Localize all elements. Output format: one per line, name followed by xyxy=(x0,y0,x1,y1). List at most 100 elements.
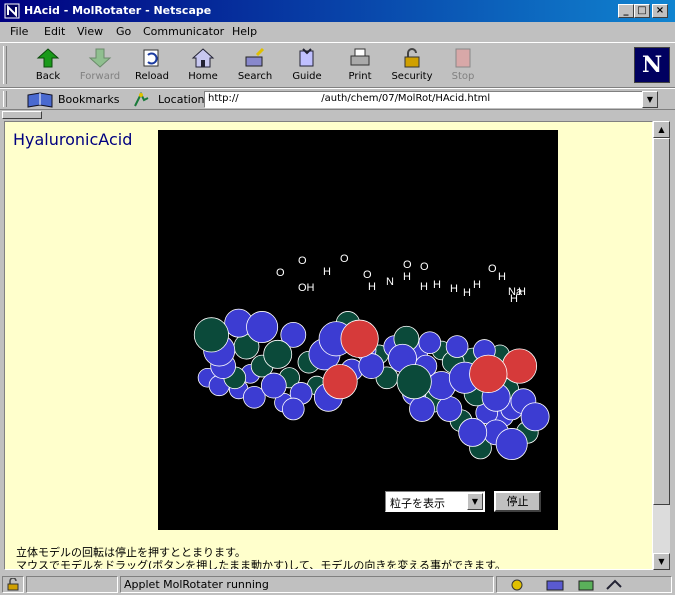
atom-label: H xyxy=(498,271,506,283)
status-text: Applet MolRotater running xyxy=(124,578,269,591)
reload-button[interactable]: Reload xyxy=(126,47,178,87)
menu-help[interactable]: Help xyxy=(232,25,257,38)
forward-arrow-icon xyxy=(88,48,112,68)
atom-label: H xyxy=(368,281,376,293)
toolbar-grip[interactable] xyxy=(3,46,7,84)
atom-label: O xyxy=(403,259,412,271)
lock-icon xyxy=(404,48,420,68)
atom-label: O xyxy=(340,253,349,265)
collapsed-toolbar-strip xyxy=(0,110,675,120)
print-button[interactable]: Print xyxy=(334,47,386,87)
close-button[interactable]: × xyxy=(652,4,668,18)
atom-label: H xyxy=(518,286,526,298)
location-grip[interactable] xyxy=(3,91,7,107)
atom-sphere xyxy=(193,317,229,353)
menu-communicator[interactable]: Communicator xyxy=(143,25,224,38)
atom-sphere xyxy=(436,396,463,422)
atom-label: N xyxy=(386,276,394,288)
atom-sphere xyxy=(520,402,550,432)
bookmarks-button[interactable]: Bookmarks xyxy=(58,93,119,106)
title-bar: HAcid - MolRotater - Netscape _ □ × xyxy=(0,0,675,22)
menu-go[interactable]: Go xyxy=(116,25,131,38)
collapsed-toolbar-tab[interactable] xyxy=(2,111,42,119)
atom-label: H xyxy=(463,287,471,299)
location-label: Location: xyxy=(158,93,209,106)
mail-icon xyxy=(546,580,564,591)
atom-label: H xyxy=(510,293,518,305)
vertical-scrollbar[interactable]: ▲ ▼ xyxy=(653,121,670,570)
atom-label: O xyxy=(488,263,497,275)
chevron-down-icon[interactable]: ▼ xyxy=(467,493,483,510)
stop-icon xyxy=(455,48,471,68)
atom-label: O xyxy=(420,261,429,273)
atom-label: H xyxy=(403,271,411,283)
menu-bar: File Edit View Go Communicator Help xyxy=(0,22,675,42)
atom-label: O xyxy=(363,269,372,281)
netscape-logo[interactable]: N xyxy=(634,47,670,83)
home-icon xyxy=(191,48,215,68)
menu-edit[interactable]: Edit xyxy=(44,25,65,38)
back-button[interactable]: Back xyxy=(22,47,74,87)
page-title: HyaluronicAcid xyxy=(13,130,133,149)
atom-label: H xyxy=(420,281,428,293)
location-toolbar: Bookmarks Location: http:// /auth/chem/0… xyxy=(0,88,675,110)
atom-label: O xyxy=(298,255,307,267)
atom-sphere xyxy=(445,335,469,358)
printer-icon xyxy=(350,48,370,66)
atom-sphere xyxy=(322,364,358,400)
url-history-dropdown[interactable]: ▼ xyxy=(642,91,658,108)
progress-panel xyxy=(26,576,118,593)
home-button[interactable]: Home xyxy=(177,47,229,87)
atom-sphere xyxy=(396,364,432,400)
navigation-toolbar: Back Forward Reload Home Search Guide Pr… xyxy=(0,42,675,88)
molrotater-applet[interactable]: O O OH H O O H N H H O O H H H H O H Na H H 粒子を表示 ▼ 停止 xyxy=(158,130,558,530)
component-bar xyxy=(496,576,672,593)
minimize-button[interactable]: _ xyxy=(618,4,634,18)
url-input[interactable]: http:// /auth/chem/07/MolRot/HAcid.html xyxy=(204,91,644,108)
search-button[interactable]: Search xyxy=(229,47,281,87)
atom-sphere xyxy=(501,348,538,384)
scroll-thumb[interactable] xyxy=(653,138,670,505)
atom-sphere xyxy=(260,372,287,399)
display-mode-select[interactable]: 粒子を表示 ▼ xyxy=(385,491,485,512)
unlocked-icon xyxy=(7,578,19,591)
window-title: HAcid - MolRotater - Netscape xyxy=(24,4,212,17)
scroll-up-button[interactable]: ▲ xyxy=(653,121,670,138)
stop-button[interactable]: Stop xyxy=(437,47,489,87)
navigator-icon xyxy=(511,579,523,591)
atom-sphere xyxy=(409,396,435,422)
bookmarks-icon[interactable] xyxy=(26,91,54,109)
discussion-icon xyxy=(578,580,594,591)
composer-icon xyxy=(606,579,622,590)
atom-sphere xyxy=(418,331,442,354)
atom-label: H xyxy=(450,283,458,295)
atom-sphere xyxy=(469,354,508,393)
atom-label: O xyxy=(276,267,285,279)
page-proxy-icon[interactable] xyxy=(132,92,150,108)
reload-icon xyxy=(143,49,159,67)
back-arrow-icon xyxy=(36,48,60,68)
atom-sphere xyxy=(495,428,528,461)
status-bar: Applet MolRotater running xyxy=(0,573,675,595)
scroll-down-button[interactable]: ▼ xyxy=(653,553,670,570)
maximize-button[interactable]: □ xyxy=(634,4,650,18)
menu-file[interactable]: File xyxy=(10,25,28,38)
atom-sphere xyxy=(281,397,305,421)
molecule-viewer[interactable]: OOOHHOOH N HHO OH H HHOHNaHH xyxy=(158,130,558,530)
netscape-app-icon xyxy=(4,3,20,19)
atom-sphere xyxy=(340,319,379,358)
page-content: HyaluronicAcid O O OH H O O H N H H O O H H H H O H Na H H 粒… xyxy=(4,121,653,570)
atom-label: H xyxy=(433,279,441,291)
security-status-panel[interactable] xyxy=(2,576,24,593)
atom-sphere xyxy=(263,339,293,369)
guide-icon xyxy=(299,48,314,67)
forward-button[interactable]: Forward xyxy=(74,47,126,87)
description-line-2: マウスでモデルをドラッグ(ボタンを押したまま動かす)して、モデルの向きを変える事… xyxy=(16,559,506,570)
stop-rotation-button[interactable]: 停止 xyxy=(493,490,542,513)
menu-view[interactable]: View xyxy=(77,25,103,38)
security-button[interactable]: Security xyxy=(386,47,438,87)
component-icons xyxy=(511,579,622,591)
atom-label: H xyxy=(323,266,331,278)
guide-button[interactable]: Guide xyxy=(281,47,333,87)
atom-sphere xyxy=(458,417,488,447)
